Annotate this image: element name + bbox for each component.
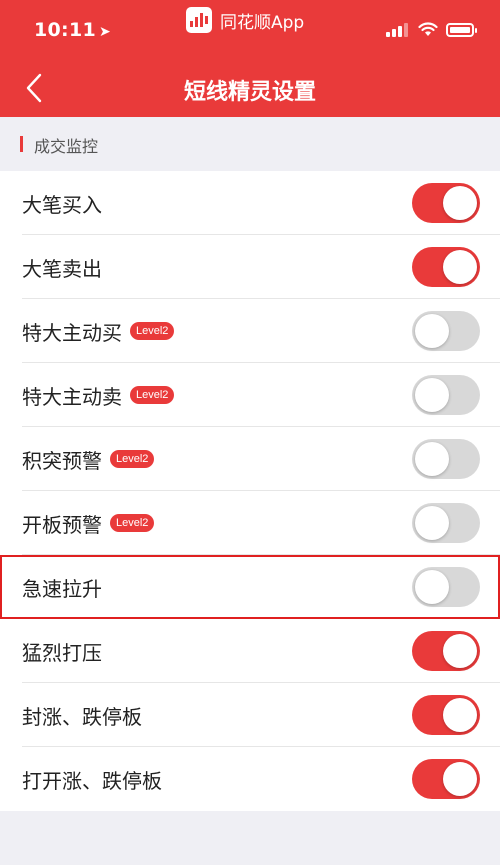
setting-label: 特大主动卖 bbox=[22, 384, 122, 409]
status-time: 10:11 ➤ bbox=[34, 19, 111, 41]
setting-label: 积突预警 bbox=[22, 448, 102, 473]
toggle-knob bbox=[443, 250, 477, 284]
setting-row: 打开涨、跌停板 bbox=[0, 747, 500, 811]
settings-list: 大笔买入大笔卖出特大主动买 Level2 特大主动卖 Level2 积突预警 Level2… bbox=[0, 171, 500, 811]
setting-row: 大笔买入 bbox=[0, 171, 500, 235]
app-indicator: 同花顺App bbox=[186, 7, 304, 33]
setting-toggle[interactable] bbox=[412, 695, 480, 735]
setting-toggle[interactable] bbox=[412, 311, 480, 351]
toggle-knob bbox=[415, 506, 449, 540]
setting-toggle[interactable] bbox=[412, 183, 480, 223]
app-logo-icon bbox=[186, 7, 212, 33]
setting-label: 大笔卖出 bbox=[22, 256, 102, 281]
setting-toggle[interactable] bbox=[412, 631, 480, 671]
status-bar: 10:11 ➤ 同花顺App bbox=[0, 0, 500, 60]
location-arrow-icon: ➤ bbox=[98, 24, 112, 40]
setting-toggle[interactable] bbox=[412, 567, 480, 607]
toggle-knob bbox=[443, 698, 477, 732]
section-accent-bar bbox=[20, 136, 23, 152]
setting-toggle[interactable] bbox=[412, 375, 480, 415]
toggle-knob bbox=[415, 570, 449, 604]
setting-row: 开板预警 Level2 bbox=[0, 491, 500, 555]
signal-icon bbox=[386, 22, 410, 37]
level2-badge: Level2 bbox=[130, 386, 175, 404]
setting-label: 打开涨、跌停板 bbox=[22, 768, 162, 793]
setting-label: 开板预警 bbox=[22, 512, 102, 537]
setting-toggle[interactable] bbox=[412, 439, 480, 479]
section-header: 成交监控 bbox=[0, 117, 500, 171]
setting-label: 猛烈打压 bbox=[22, 640, 102, 665]
app-name: 同花顺App bbox=[220, 12, 305, 33]
level2-badge: Level2 bbox=[110, 514, 155, 532]
status-icons bbox=[386, 22, 477, 37]
setting-row: 大笔卖出 bbox=[0, 235, 500, 299]
toggle-knob bbox=[415, 442, 449, 476]
setting-row: 特大主动买 Level2 bbox=[0, 299, 500, 363]
level2-badge: Level2 bbox=[130, 322, 175, 340]
level2-badge: Level2 bbox=[110, 450, 155, 468]
toggle-knob bbox=[415, 378, 449, 412]
setting-label: 特大主动买 bbox=[22, 320, 122, 345]
section-label: 成交监控 bbox=[34, 137, 99, 156]
page-title: 短线精灵设置 bbox=[183, 80, 316, 105]
setting-row: 特大主动卖 Level2 bbox=[0, 363, 500, 427]
battery-icon bbox=[446, 22, 477, 37]
toggle-knob bbox=[443, 634, 477, 668]
bottom-background bbox=[0, 811, 500, 865]
wifi-icon bbox=[418, 22, 438, 36]
setting-toggle[interactable] bbox=[412, 759, 480, 799]
setting-toggle[interactable] bbox=[412, 247, 480, 287]
setting-row: 急速拉升 bbox=[0, 555, 500, 619]
setting-label: 大笔买入 bbox=[22, 192, 102, 217]
setting-row: 猛烈打压 bbox=[0, 619, 500, 683]
setting-row: 封涨、跌停板 bbox=[0, 683, 500, 747]
setting-toggle[interactable] bbox=[412, 503, 480, 543]
nav-bar: 短线精灵设置 bbox=[0, 60, 500, 117]
toggle-knob bbox=[443, 762, 477, 796]
toggle-knob bbox=[415, 314, 449, 348]
setting-row: 积突预警 Level2 bbox=[0, 427, 500, 491]
setting-label: 封涨、跌停板 bbox=[22, 704, 142, 729]
status-time-text: 10:11 bbox=[34, 19, 96, 41]
toggle-knob bbox=[443, 186, 477, 220]
setting-label: 急速拉升 bbox=[22, 576, 102, 601]
